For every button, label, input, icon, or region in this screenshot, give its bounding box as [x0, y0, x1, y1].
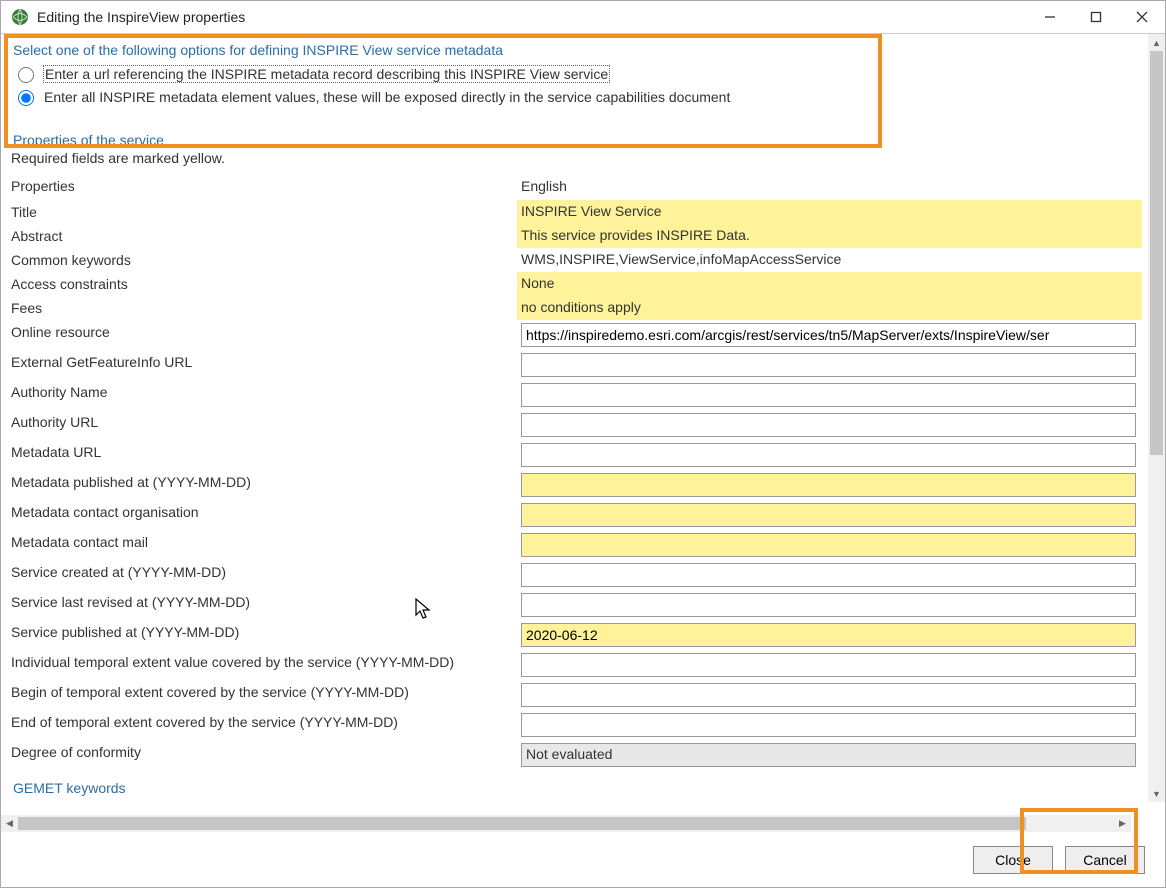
label-metadata-published: Metadata published at (YYYY-MM-DD): [7, 470, 507, 500]
hscroll-thumb[interactable]: [18, 817, 1026, 830]
vscroll-thumb[interactable]: [1150, 51, 1163, 455]
label-end-temporal: End of temporal extent covered by the se…: [7, 710, 507, 740]
input-metadata-url[interactable]: [521, 443, 1136, 467]
label-service-created: Service created at (YYYY-MM-DD): [7, 560, 507, 590]
input-metadata-org[interactable]: [521, 503, 1136, 527]
metadata-option-heading: Select one of the following options for …: [13, 42, 1132, 58]
col-header-english: English: [517, 172, 1142, 200]
label-ext-gfi: External GetFeatureInfo URL: [7, 350, 507, 380]
input-end-temporal[interactable]: [521, 713, 1136, 737]
app-icon: [11, 8, 29, 26]
dialog-button-bar: Close Cancel: [1, 832, 1165, 887]
value-fees[interactable]: no conditions apply: [517, 296, 1142, 320]
label-access: Access constraints: [7, 272, 507, 296]
properties-grid: Properties English Title INSPIRE View Se…: [7, 172, 1142, 770]
value-conformity[interactable]: Not evaluated: [521, 743, 1136, 767]
label-auth-url: Authority URL: [7, 410, 507, 440]
input-begin-temporal[interactable]: [521, 683, 1136, 707]
dialog-window: Editing the InspireView properties Selec…: [0, 0, 1166, 888]
value-access[interactable]: None: [517, 272, 1142, 296]
radio-url-label[interactable]: Enter a url referencing the INSPIRE meta…: [43, 65, 610, 83]
label-conformity: Degree of conformity: [7, 740, 507, 770]
hscroll-track[interactable]: [18, 815, 1114, 832]
close-window-button[interactable]: [1119, 1, 1165, 33]
input-metadata-mail[interactable]: [521, 533, 1136, 557]
required-note: Required fields are marked yellow.: [11, 150, 1148, 166]
label-title: Title: [7, 200, 507, 224]
maximize-button[interactable]: [1073, 1, 1119, 33]
label-fees: Fees: [7, 296, 507, 320]
metadata-option-group: Select one of the following options for …: [7, 38, 1138, 118]
label-keywords: Common keywords: [7, 248, 507, 272]
radio-url-option[interactable]: [18, 67, 34, 83]
label-service-revised: Service last revised at (YYYY-MM-DD): [7, 590, 507, 620]
hscroll-left-icon[interactable]: ◀: [1, 815, 18, 832]
cancel-button[interactable]: Cancel: [1065, 846, 1145, 874]
radio-values-label[interactable]: Enter all INSPIRE metadata element value…: [43, 89, 731, 105]
input-service-revised[interactable]: [521, 593, 1136, 617]
label-metadata-org: Metadata contact organisation: [7, 500, 507, 530]
label-metadata-mail: Metadata contact mail: [7, 530, 507, 560]
col-header-properties: Properties: [7, 172, 507, 200]
radio-values-option[interactable]: [18, 90, 34, 106]
label-metadata-url: Metadata URL: [7, 440, 507, 470]
label-service-published: Service published at (YYYY-MM-DD): [7, 620, 507, 650]
properties-section-header: Properties of the service: [13, 132, 1148, 148]
vscroll-track[interactable]: [1148, 51, 1165, 785]
input-ind-temporal[interactable]: [521, 653, 1136, 677]
label-auth-name: Authority Name: [7, 380, 507, 410]
label-online-resource: Online resource: [7, 320, 507, 350]
input-online-resource[interactable]: [521, 323, 1136, 347]
label-begin-temporal: Begin of temporal extent covered by the …: [7, 680, 507, 710]
input-service-created[interactable]: [521, 563, 1136, 587]
value-keywords[interactable]: WMS,INSPIRE,ViewService,infoMapAccessSer…: [517, 248, 1142, 272]
vscroll-up-icon[interactable]: ▲: [1148, 34, 1165, 51]
close-button[interactable]: Close: [973, 846, 1053, 874]
input-ext-gfi[interactable]: [521, 353, 1136, 377]
minimize-button[interactable]: [1027, 1, 1073, 33]
input-metadata-published[interactable]: [521, 473, 1136, 497]
gemet-keywords-header: GEMET keywords: [13, 780, 1148, 796]
input-service-published[interactable]: [521, 623, 1136, 647]
input-auth-name[interactable]: [521, 383, 1136, 407]
label-ind-temporal: Individual temporal extent value covered…: [7, 650, 507, 680]
vscroll-down-icon[interactable]: ▼: [1148, 785, 1165, 802]
input-auth-url[interactable]: [521, 413, 1136, 437]
value-abstract[interactable]: This service provides INSPIRE Data.: [517, 224, 1142, 248]
window-title: Editing the InspireView properties: [37, 9, 1027, 25]
value-title[interactable]: INSPIRE View Service: [517, 200, 1142, 224]
hscroll-right-icon[interactable]: ▶: [1114, 815, 1131, 832]
label-abstract: Abstract: [7, 224, 507, 248]
titlebar: Editing the InspireView properties: [1, 1, 1165, 33]
vertical-scrollbar[interactable]: ▲ ▼: [1148, 34, 1165, 802]
